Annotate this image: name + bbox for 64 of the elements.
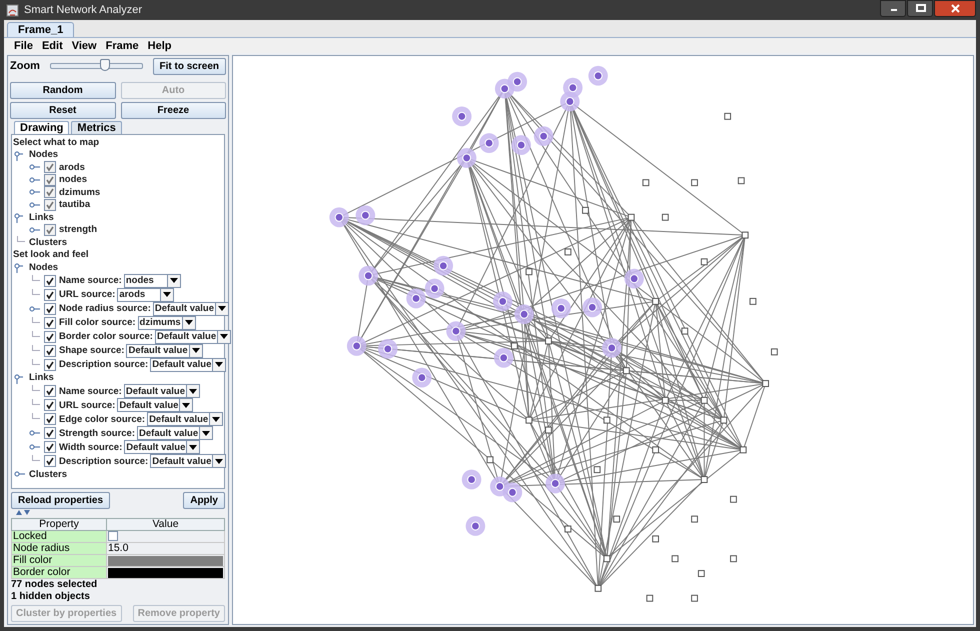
tree-node-label[interactable]: Clusters (29, 236, 68, 248)
property-name: Locked (12, 530, 106, 542)
source-dropdown[interactable]: nodes (124, 274, 181, 288)
tree-node-label: Name source: (59, 275, 122, 286)
source-dropdown[interactable]: Default value (124, 440, 200, 454)
source-dropdown[interactable]: Default value (154, 330, 232, 344)
source-dropdown[interactable]: Default value (124, 384, 200, 398)
tree-node-label: Edge color source: (59, 414, 146, 424)
source-dropdown[interactable]: dzimums (138, 316, 196, 330)
property-value[interactable]: 15.0 (106, 542, 224, 554)
menu-item[interactable]: View (72, 40, 97, 52)
tree-node-label: Width source: (59, 442, 122, 452)
tree-node-label: strength (59, 224, 97, 236)
tree-node-label: URL source: (59, 400, 116, 410)
zoom-label: Zoom (10, 60, 40, 72)
tree-node-label: URL source: (59, 289, 116, 300)
tree-node-label: Node radius source: (59, 303, 151, 314)
menu-item[interactable]: Help (148, 40, 172, 52)
tree-node-label: Border color source: (59, 331, 153, 342)
panel-button[interactable]: Apply (183, 492, 225, 509)
tree-node-label: tautiba (59, 199, 90, 210)
fit-to-screen-button[interactable]: Fit to screen (152, 58, 226, 74)
source-dropdown[interactable]: arods (117, 288, 174, 302)
layout-button[interactable]: Reset (10, 102, 116, 119)
source-dropdown[interactable]: Default value (137, 426, 214, 440)
column-header[interactable]: Value (106, 518, 224, 530)
tree-node-label: Shape source: (59, 345, 124, 356)
tree-node-label[interactable]: Nodes (29, 262, 58, 273)
source-dropdown[interactable]: Default value (117, 398, 194, 412)
layout-button[interactable]: Random (10, 82, 116, 99)
column-header[interactable]: Property (12, 518, 106, 530)
property-name: Node radius (12, 542, 106, 554)
source-dropdown[interactable]: Default value (150, 358, 226, 372)
property-name: Border color (12, 566, 106, 578)
window-title: Smart Network Analyzer (24, 4, 142, 16)
source-dropdown[interactable]: Default value (126, 344, 203, 358)
panel-tab[interactable]: Metrics (71, 121, 122, 134)
tree-heading: Set look and feel (13, 249, 88, 260)
source-dropdown[interactable]: Default value (152, 302, 229, 316)
tree-node-label: Description source: (59, 456, 148, 466)
tree-node-label: arods (59, 162, 85, 173)
panel-button[interactable]: Reload properties (11, 492, 110, 509)
menu-item[interactable]: Frame (106, 40, 139, 52)
tree-heading: Select what to map (13, 136, 100, 148)
tree-node-label: nodes (59, 174, 87, 186)
tree-node-label: dzimums (59, 186, 100, 198)
layout-button[interactable]: Freeze (120, 102, 226, 119)
property-name: Fill color (12, 554, 106, 566)
tree-node-label: Description source: (59, 359, 148, 370)
menu-item[interactable]: Edit (42, 40, 63, 52)
frame-tab[interactable]: Frame_1 (7, 22, 74, 37)
tree-node-label[interactable]: Clusters (29, 468, 68, 480)
tree-node-label: Fill color source: (59, 317, 136, 328)
tree-node-label[interactable]: Links (29, 372, 54, 384)
source-dropdown[interactable]: Default value (150, 454, 226, 468)
status-text: 77 nodes selected (10, 579, 98, 591)
source-dropdown[interactable]: Default value (147, 412, 224, 426)
panel-tab[interactable]: Drawing (14, 121, 70, 134)
tree-node-label[interactable]: Links (29, 212, 54, 223)
tree-node-label: Name source: (59, 386, 122, 396)
menu-item[interactable]: File (14, 40, 33, 52)
status-text: 1 hidden objects (10, 591, 91, 603)
tree-node-label[interactable]: Nodes (29, 149, 58, 160)
tree-node-label: Strength source: (59, 428, 136, 438)
